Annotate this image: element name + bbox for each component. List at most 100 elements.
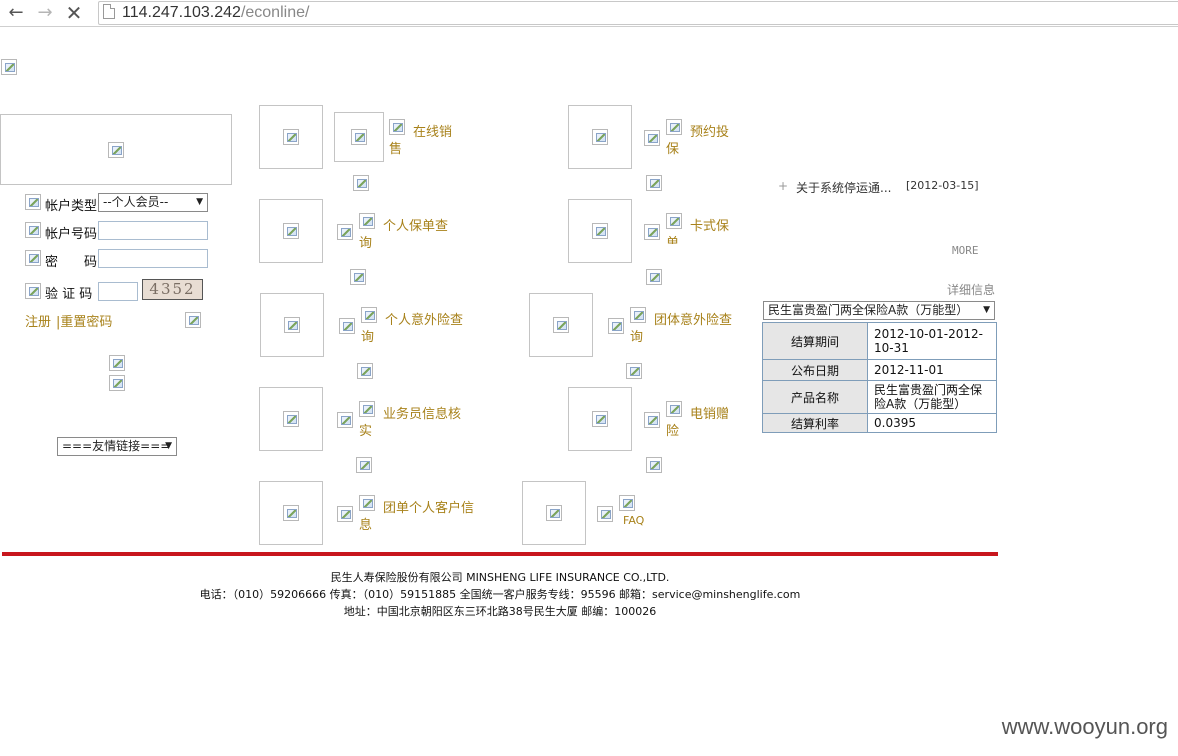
captcha-image[interactable]: 4352 xyxy=(142,279,203,300)
service-icon xyxy=(337,412,353,428)
captcha-input[interactable] xyxy=(98,282,138,301)
separator-image xyxy=(357,363,373,379)
service-image[interactable] xyxy=(334,112,384,162)
side-banner-image xyxy=(109,375,125,391)
broken-image-icon xyxy=(283,411,299,427)
group-accident-link[interactable]: 团体意外险查询 xyxy=(630,312,736,346)
logo-image xyxy=(1,59,17,75)
broken-image-icon xyxy=(546,505,562,521)
account-no-input[interactable] xyxy=(98,221,208,240)
row-value: 0.0395 xyxy=(867,413,997,433)
card-policy-link[interactable]: 卡式保单 xyxy=(666,218,730,244)
service-image[interactable] xyxy=(568,199,632,263)
service-icon xyxy=(339,318,355,334)
separator-image xyxy=(646,457,662,473)
service-icon xyxy=(337,506,353,522)
service-icon xyxy=(619,495,635,511)
footer-contact: 电话：（010）59206666 传真：（010）59151885 全国统一客户… xyxy=(199,588,801,601)
news-item-title[interactable]: 关于系统停运通... xyxy=(796,179,891,196)
broken-image-icon xyxy=(553,317,569,333)
service-icon xyxy=(644,130,660,146)
side-banner-image xyxy=(109,355,125,371)
group-customer-link[interactable]: 团单个人客户信息 xyxy=(359,500,477,534)
table-row: 产品名称 民生富贵盈门两全保险A款（万能型） xyxy=(762,380,997,414)
banner-image xyxy=(0,114,232,185)
agent-check-link[interactable]: 业务员信息核实 xyxy=(359,406,465,440)
captcha-label: 验 证 码 xyxy=(45,287,93,302)
product-select[interactable]: 民生富贵盈门两全保险A款（万能型） ▼ xyxy=(763,301,995,320)
table-row: 结算利率 0.0395 xyxy=(762,413,997,433)
service-image[interactable] xyxy=(522,481,586,545)
broken-image-icon xyxy=(283,505,299,521)
footer-divider xyxy=(2,552,998,556)
chevron-down-icon: ▼ xyxy=(165,441,172,451)
close-icon[interactable]: ✕ xyxy=(63,2,85,24)
online-sales-link[interactable]: 在线销售 xyxy=(389,124,453,158)
telesales-link[interactable]: 电销赠险 xyxy=(666,406,730,440)
account-type-icon xyxy=(25,194,41,210)
reset-password-link[interactable]: |重置密码 xyxy=(56,311,112,330)
account-type-label: 帐户类型 xyxy=(45,199,98,214)
arrow-left-icon[interactable]: ← xyxy=(5,2,27,24)
friend-links-select[interactable]: ===友情链接=== ▼ xyxy=(57,437,177,456)
service-icon xyxy=(337,224,353,240)
row-label: 产品名称 xyxy=(762,380,868,414)
password-icon xyxy=(25,250,41,266)
footer-company: 民生人寿保险股份有限公司 MINSHENG LIFE INSURANCE CO.… xyxy=(330,571,670,584)
account-type-select[interactable]: --个人会员-- ▼ xyxy=(98,193,208,212)
account-no-icon xyxy=(25,222,41,238)
news-item-date: [2012-03-15] xyxy=(906,179,979,192)
broken-image-icon xyxy=(592,411,608,427)
broken-image-icon xyxy=(283,129,299,145)
faq-link[interactable]: FAQ xyxy=(623,514,644,527)
captcha-icon xyxy=(25,283,41,299)
product-info-table: 结算期间 2012-10-01-2012-10-31 公布日期 2012-11-01… xyxy=(762,322,997,433)
service-icon xyxy=(608,318,624,334)
service-image[interactable] xyxy=(260,293,324,357)
personal-accident-link[interactable]: 个人意外险查询 xyxy=(361,312,467,346)
separator-image xyxy=(356,457,372,473)
separator-image xyxy=(646,175,662,191)
footer-address: 地址：中国北京朝阳区东三环北路38号民生大厦 邮编：100026 xyxy=(343,605,657,618)
row-label: 结算利率 xyxy=(762,413,868,433)
news-more-link[interactable]: MORE xyxy=(952,244,979,257)
page-icon xyxy=(103,4,115,19)
arrow-right-icon[interactable]: → xyxy=(34,2,56,24)
news-bullet: + xyxy=(778,179,789,193)
table-row: 公布日期 2012-11-01 xyxy=(762,359,997,381)
banner-broken-icon xyxy=(108,141,124,158)
service-image[interactable] xyxy=(259,105,323,169)
broken-image-icon xyxy=(284,317,300,333)
broken-image-icon xyxy=(592,223,608,239)
row-value: 2012-11-01 xyxy=(867,359,997,381)
row-value: 2012-10-01-2012-10-31 xyxy=(867,322,997,360)
service-image[interactable] xyxy=(568,105,632,169)
chevron-down-icon: ▼ xyxy=(196,197,203,207)
table-row: 结算期间 2012-10-01-2012-10-31 xyxy=(762,322,997,360)
login-button[interactable] xyxy=(185,312,201,328)
service-image[interactable] xyxy=(259,199,323,263)
password-input[interactable] xyxy=(98,249,208,268)
register-link[interactable]: 注册 xyxy=(25,311,51,330)
service-icon xyxy=(644,224,660,240)
separator-image xyxy=(646,269,662,285)
row-label: 公布日期 xyxy=(762,359,868,381)
service-image[interactable] xyxy=(259,481,323,545)
details-link[interactable]: 详细信息 xyxy=(947,281,995,298)
reservation-link[interactable]: 预约投保 xyxy=(666,124,730,158)
broken-image-icon xyxy=(351,129,367,145)
personal-policy-link[interactable]: 个人保单查询 xyxy=(359,218,451,252)
service-image[interactable] xyxy=(259,387,323,451)
watermark: www.wooyun.org xyxy=(1001,714,1168,739)
row-label: 结算期间 xyxy=(762,322,868,360)
broken-image-icon xyxy=(592,129,608,145)
row-value: 民生富贵盈门两全保险A款（万能型） xyxy=(867,380,997,414)
service-image[interactable] xyxy=(529,293,593,357)
broken-image-icon xyxy=(283,223,299,239)
separator-image xyxy=(353,175,369,191)
service-icon xyxy=(644,412,660,428)
separator-image xyxy=(626,363,642,379)
url-text[interactable]: 114.247.103.242/econline/ xyxy=(122,4,309,22)
account-no-label: 帐户号码 xyxy=(45,227,98,242)
service-image[interactable] xyxy=(568,387,632,451)
